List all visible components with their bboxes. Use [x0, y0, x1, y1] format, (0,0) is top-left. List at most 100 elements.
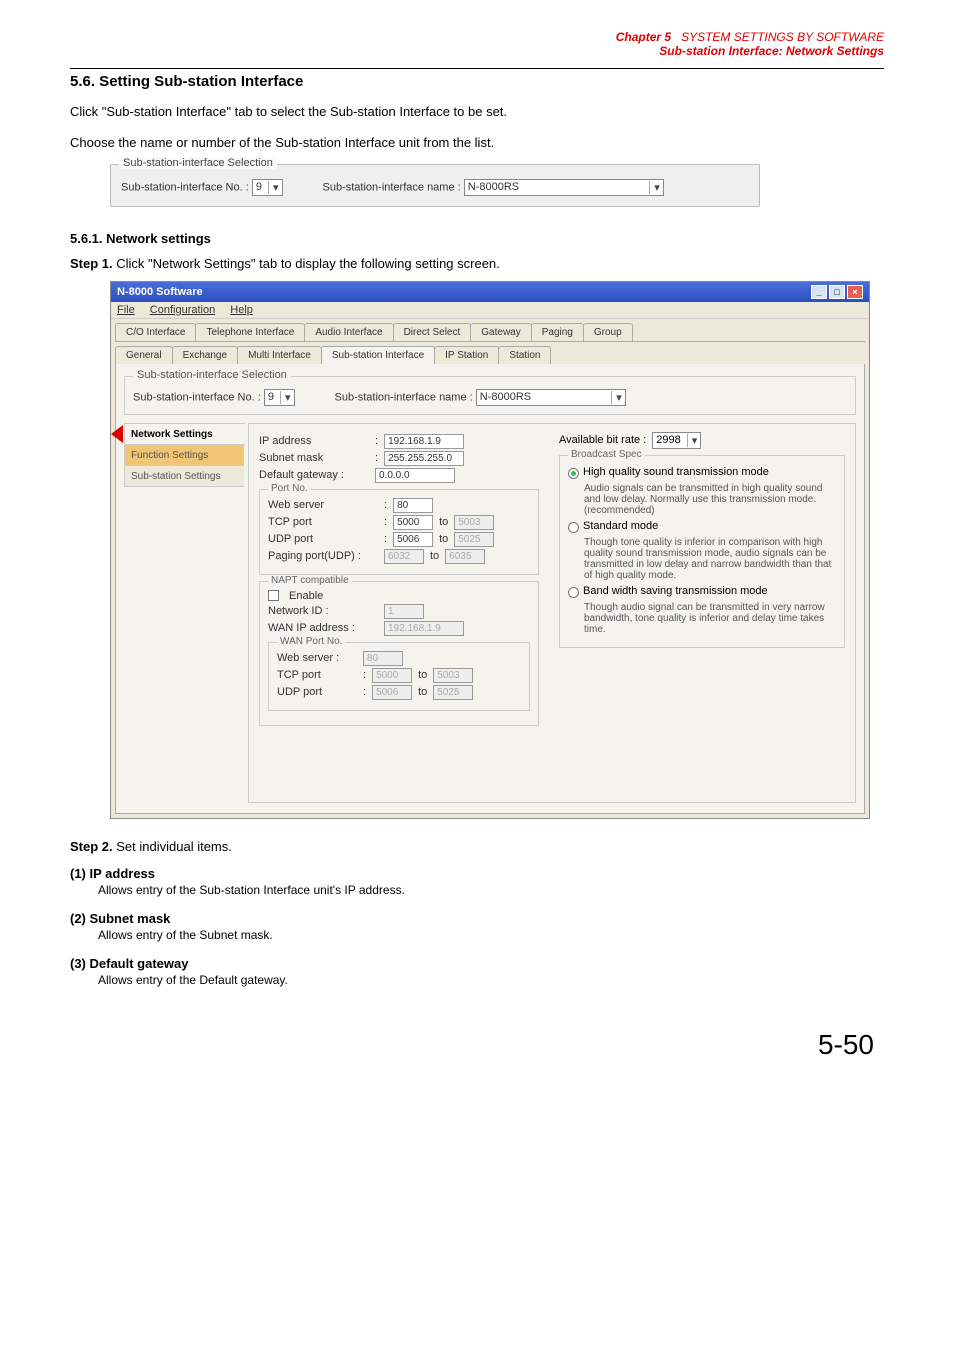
right-col: Available bit rate : 2998 ▾ Broadcast Sp…	[559, 432, 845, 794]
ip-label: IP address	[259, 435, 369, 447]
side-tab-function[interactable]: Function Settings	[124, 444, 244, 466]
avail-combobox[interactable]: 2998 ▾	[652, 432, 701, 449]
broadcast-legend: Broadcast Spec	[568, 449, 645, 460]
tcp-to-input: 5003	[454, 515, 494, 530]
to-label: to	[439, 516, 448, 528]
mask-input[interactable]: 255.255.255.0	[384, 451, 464, 466]
wanip-input: 192.168.1.9	[384, 621, 464, 636]
avail-label: Available bit rate :	[559, 434, 646, 446]
titlebar: N-8000 Software _ □ ×	[111, 282, 869, 302]
r2-desc: Though tone quality is inferior in compa…	[584, 537, 836, 581]
r1-label: High quality sound transmission mode	[583, 466, 769, 479]
w-web-label: Web server :	[277, 652, 357, 664]
udp-label: UDP port	[268, 533, 378, 545]
avail-value: 2998	[656, 434, 680, 446]
subsection-title: 5.6.1. Network settings	[70, 231, 884, 246]
tab-group[interactable]: Group	[583, 323, 633, 341]
pg-from-input: 6032	[384, 549, 424, 564]
chevron-down-icon: ▾	[268, 181, 279, 194]
ip-input[interactable]: 192.168.1.9	[384, 434, 464, 449]
w-web-input: 80	[363, 651, 403, 666]
radio-bandwidth[interactable]	[568, 587, 579, 598]
web-input[interactable]: 80	[393, 498, 433, 513]
app-window: N-8000 Software _ □ × File Configuration…	[110, 281, 870, 819]
tab-multi[interactable]: Multi Interface	[237, 346, 322, 364]
side-tab-substation[interactable]: Sub-station Settings	[124, 465, 244, 487]
menu-file[interactable]: File	[117, 304, 135, 316]
step-2-text: Set individual items.	[116, 839, 232, 854]
wanport-group: WAN Port No. Web server : 80 TCP port: 5…	[268, 642, 530, 711]
close-button[interactable]: ×	[847, 285, 863, 299]
radio-standard[interactable]	[568, 522, 579, 533]
no-label: Sub-station-interface No. :	[121, 181, 249, 193]
side-layout: Network Settings Function Settings Sub-s…	[124, 423, 856, 803]
menu-bar: File Configuration Help	[111, 302, 869, 319]
page-number: 5-50	[70, 1029, 884, 1061]
tab-gateway[interactable]: Gateway	[470, 323, 531, 341]
header-title-2: Sub-station Interface: Network Settings	[659, 44, 884, 58]
tab-ipstation[interactable]: IP Station	[434, 346, 499, 364]
tab-audio[interactable]: Audio Interface	[304, 323, 393, 341]
step-2-line: Step 2. Set individual items.	[70, 839, 884, 854]
tab-telephone[interactable]: Telephone Interface	[195, 323, 305, 341]
tcp-label: TCP port	[268, 516, 378, 528]
tab-station[interactable]: Station	[498, 346, 551, 364]
r2-label: Standard mode	[583, 520, 658, 533]
mask-label: Subnet mask	[259, 452, 369, 464]
to-label: to	[439, 533, 448, 545]
side-content: IP address: 192.168.1.9 Subnet mask: 255…	[248, 423, 856, 803]
wanport-legend: WAN Port No.	[277, 636, 345, 647]
tab-substation[interactable]: Sub-station Interface	[321, 346, 435, 364]
netid-label: Network ID :	[268, 605, 378, 617]
r3-desc: Though audio signal can be transmitted i…	[584, 602, 836, 635]
web-label: Web server	[268, 499, 378, 511]
minimize-button[interactable]: _	[811, 285, 827, 299]
gw-input[interactable]: 0.0.0.0	[375, 468, 455, 483]
substation-selection-box: Sub-station-interface Selection Sub-stat…	[110, 164, 760, 207]
tab-general[interactable]: General	[115, 346, 173, 364]
name-combobox[interactable]: N-8000RS ▾	[464, 179, 664, 196]
step-1-label: Step 1.	[70, 256, 113, 271]
tab-exchange[interactable]: Exchange	[172, 346, 238, 364]
tab-co[interactable]: C/O Interface	[115, 323, 196, 341]
tab-content-panel: Sub-station-interface Selection Sub-stat…	[115, 364, 865, 814]
wanip-label: WAN IP address :	[268, 622, 378, 634]
menu-config[interactable]: Configuration	[150, 304, 215, 316]
item-2-head: (2) Subnet mask	[70, 911, 884, 926]
w-udp-to-input: 5025	[433, 685, 473, 700]
item-1-head: (1) IP address	[70, 866, 884, 881]
inner-no-combobox[interactable]: 9 ▾	[264, 389, 295, 406]
chevron-down-icon: ▾	[280, 391, 291, 404]
inner-no-label: Sub-station-interface No. :	[133, 391, 261, 403]
paragraph-1: Click "Sub-station Interface" tab to sel…	[70, 102, 884, 123]
radio-high-quality[interactable]	[568, 468, 579, 479]
inner-selection-legend: Sub-station-interface Selection	[133, 369, 291, 381]
broadcast-group: Broadcast Spec High quality sound transm…	[559, 455, 845, 648]
side-tab-network[interactable]: Network Settings	[124, 423, 245, 445]
r1-desc: Audio signals can be transmitted in high…	[584, 483, 836, 516]
header-title-1: SYSTEM SETTINGS BY SOFTWARE	[681, 30, 884, 44]
pg-label: Paging port(UDP) :	[268, 550, 378, 562]
udp-from-input[interactable]: 5006	[393, 532, 433, 547]
inner-selection-box: Sub-station-interface Selection Sub-stat…	[124, 376, 856, 415]
napt-legend: NAPT compatible	[268, 575, 352, 586]
w-tcp-from-input: 5000	[372, 668, 412, 683]
item-2-desc: Allows entry of the Subnet mask.	[98, 926, 884, 944]
tab-row-2: General Exchange Multi Interface Sub-sta…	[115, 346, 865, 364]
tab-direct[interactable]: Direct Select	[393, 323, 472, 341]
netid-input: 1	[384, 604, 424, 619]
maximize-button[interactable]: □	[829, 285, 845, 299]
enable-label: Enable	[289, 590, 323, 602]
no-combobox[interactable]: 9 ▾	[252, 179, 283, 196]
enable-checkbox[interactable]	[268, 590, 279, 601]
item-1-desc: Allows entry of the Sub-station Interfac…	[98, 881, 884, 899]
r3-label: Band width saving transmission mode	[583, 585, 768, 598]
inner-name-combobox[interactable]: N-8000RS ▾	[476, 389, 626, 406]
tcp-from-input[interactable]: 5000	[393, 515, 433, 530]
selection-legend: Sub-station-interface Selection	[119, 157, 277, 169]
to-label: to	[418, 686, 427, 698]
section-title: 5.6. Setting Sub-station Interface	[70, 68, 884, 90]
tab-paging[interactable]: Paging	[531, 323, 584, 341]
menu-help[interactable]: Help	[230, 304, 253, 316]
item-3-desc: Allows entry of the Default gateway.	[98, 971, 884, 989]
